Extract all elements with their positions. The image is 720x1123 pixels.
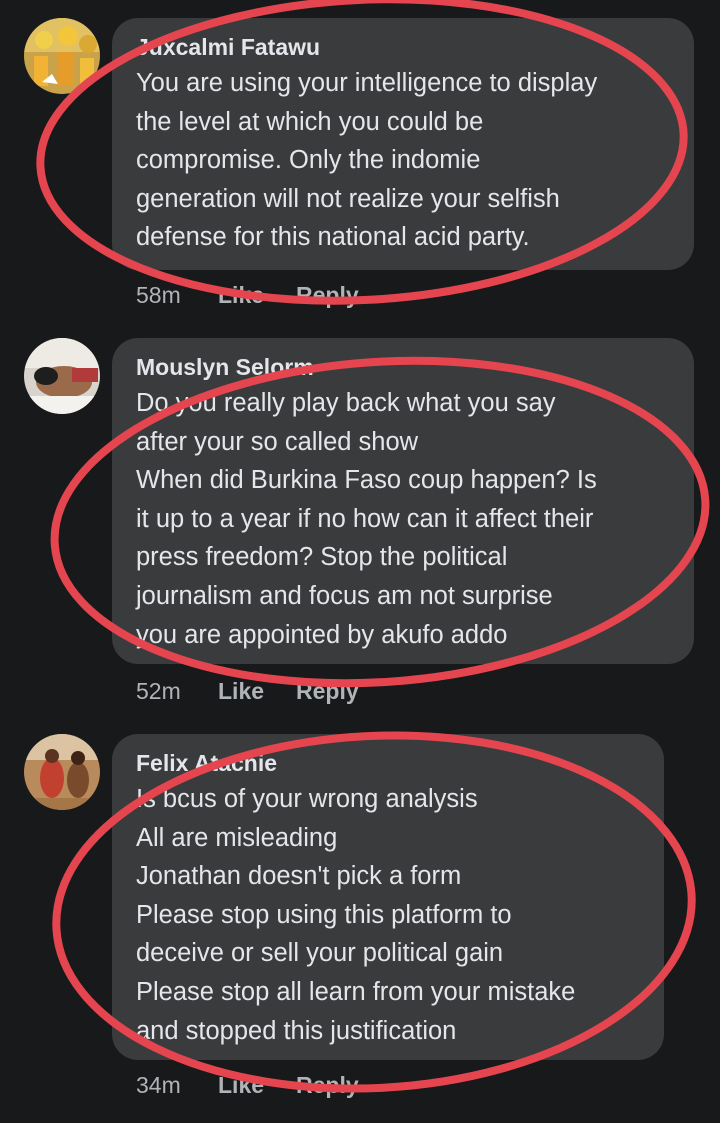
comment-time: 34m <box>136 1072 181 1098</box>
reply-button[interactable]: Reply <box>296 1072 359 1099</box>
comment-author[interactable]: Felix Atachie <box>136 750 640 776</box>
comment-bubble: Felix Atachie Is bcus of your wrong anal… <box>112 734 664 1060</box>
avatar[interactable] <box>24 734 100 810</box>
like-button[interactable]: Like <box>218 1072 264 1099</box>
comment: Felix Atachie Is bcus of your wrong anal… <box>0 0 720 1123</box>
comment-text: Is bcus of your wrong analysis All are m… <box>136 785 576 1045</box>
comment-actions: 34m Like Reply <box>136 1072 391 1099</box>
